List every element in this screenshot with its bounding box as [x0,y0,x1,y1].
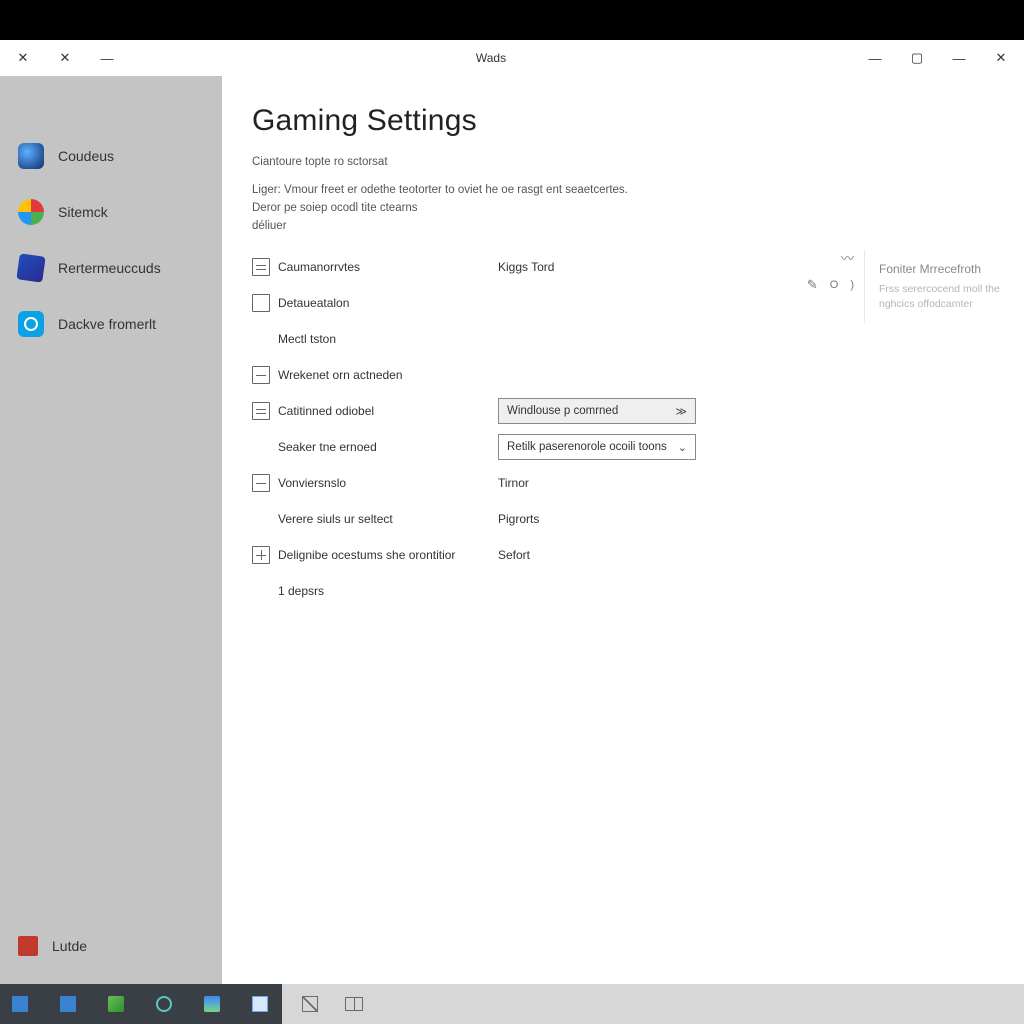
search-icon[interactable]: O [830,279,839,291]
setting-label: Catitinned odiobel [278,404,498,418]
taskbar-app-5[interactable] [202,994,222,1014]
info-icon-group: 〰 ✎ O ) [807,248,854,293]
edit-icon[interactable]: ✎ [807,277,818,293]
setting-label: 1 depsrs [278,584,498,598]
dropdown-value: Windlouse p comrned [507,405,618,417]
taskbar-split-icon[interactable] [344,994,364,1014]
list-icon [252,402,270,420]
titlebar: ✕ ✕ — Wads — ▢ — ✕ [0,40,1024,76]
close-button[interactable]: ✕ [984,45,1018,71]
sidebar-item-label: Lutde [52,938,87,954]
setting-label: Seaker tne ernoed [278,440,498,454]
info-card: Foniter Mrrecefroth Frss serercocend mol… [864,250,1024,323]
setting-row[interactable]: Delignibe ocestums she orontitior Sefort [252,541,994,569]
taskbar-light-section [282,984,1024,1024]
sidebar-item-coudeus[interactable]: Coudeus [0,128,222,184]
dropdown-value: Retilk paserenorole ocoili toons [507,441,667,453]
taskbar-taskview-icon[interactable] [300,994,320,1014]
blank-icon [252,510,270,528]
minimize-button-2[interactable]: — [942,45,976,71]
grid-icon [252,546,270,564]
sidebar-item-label: Dackve fromerlt [58,316,156,332]
sidebar: Coudeus Sitemck Rertermeuccuds Dackve fr… [0,76,222,984]
setting-label: Vonviersnslo [278,476,498,490]
minimize-button[interactable]: — [858,45,892,71]
setting-row[interactable]: Vonviersnslo Tirnor [252,469,994,497]
shield-icon [16,253,45,282]
chevron-down-icon: ⌄ [678,441,687,454]
setting-row[interactable]: Seaker tne ernoed Retilk paserenorole oc… [252,433,994,461]
taskbar-dark-section [0,984,282,1024]
setting-value: Tirnor [498,476,994,490]
wave-icon: 〰 [841,248,854,267]
taskbar-app-1[interactable] [10,994,30,1014]
dropdown-seaker[interactable]: Retilk paserenorole ocoili toons ⌄ [498,434,696,460]
window-title: Wads [124,51,858,65]
setting-label: Verere siuls ur seltect [278,512,498,526]
page-description: Liger: Vmour freet er odethe teotorter t… [252,182,772,235]
taskbar [0,984,1024,1024]
close-button-left-2[interactable]: ✕ [48,45,82,71]
dropdown-catitinned[interactable]: Windlouse p comrned ≫ [498,398,696,424]
sidebar-item-dackve[interactable]: Dackve fromerlt [0,296,222,352]
taskbar-app-4[interactable] [154,994,174,1014]
page-desc-line: déliuer [252,220,287,232]
color-wheel-icon [18,199,44,225]
info-card-text: Frss serercocend moll the nghcics offodc… [879,282,1012,311]
setting-value-dropdown: Windlouse p comrned ≫ [498,398,994,424]
dash-icon [252,474,270,492]
app-icon [18,936,38,956]
setting-row[interactable]: Mectl tston [252,325,994,353]
sidebar-item-lutde[interactable]: Lutde [0,918,222,974]
info-card-title: Foniter Mrrecefroth [879,262,1012,276]
setting-value-dropdown: Retilk paserenorole ocoili toons ⌄ [498,434,994,460]
setting-row[interactable]: Catitinned odiobel Windlouse p comrned ≫ [252,397,994,425]
setting-label: Mectl tston [278,332,498,346]
sidebar-item-label: Coudeus [58,148,114,164]
maximize-button[interactable]: ▢ [900,45,934,71]
taskbar-app-2[interactable] [58,994,78,1014]
minimize-button-left[interactable]: — [90,45,124,71]
setting-label: Detaueatalon [278,296,498,310]
blank-icon [252,330,270,348]
setting-row[interactable]: 1 depsrs [252,577,994,605]
page-subtitle: Ciantoure topte ro sctorsat [252,156,994,168]
blank-icon [252,438,270,456]
page-desc-line: Liger: Vmour freet er odethe teotorter t… [252,184,628,196]
gaming-icon [18,143,44,169]
taskbar-app-3[interactable] [106,994,126,1014]
box-icon [252,294,270,312]
info-icon[interactable]: ) [850,279,854,291]
sidebar-item-rertermeuccuds[interactable]: Rertermeuccuds [0,240,222,296]
setting-label: Wrekenet orn actneden [278,368,498,382]
setting-row[interactable]: Verere siuls ur seltect Pigrorts [252,505,994,533]
sidebar-item-label: Rertermeuccuds [58,260,161,276]
setting-label: Caumanorrvtes [278,260,498,274]
target-icon [18,311,44,337]
sidebar-item-sitemck[interactable]: Sitemck [0,184,222,240]
close-button-left-1[interactable]: ✕ [6,45,40,71]
page-desc-line: Deror pe soiep ocodl tite ctearns [252,202,418,214]
sidebar-item-label: Sitemck [58,204,108,220]
page-title: Gaming Settings [252,104,994,138]
setting-label: Delignibe ocestums she orontitior [278,548,498,562]
dash-icon [252,366,270,384]
taskbar-app-6[interactable] [250,994,270,1014]
chevron-right-icon: ≫ [675,405,687,418]
setting-value: Pigrorts [498,512,994,526]
blank-icon [252,582,270,600]
setting-value: Sefort [498,548,994,562]
list-icon [252,258,270,276]
setting-row[interactable]: Wrekenet orn actneden [252,361,994,389]
main-content: Gaming Settings Ciantoure topte ro sctor… [222,76,1024,984]
